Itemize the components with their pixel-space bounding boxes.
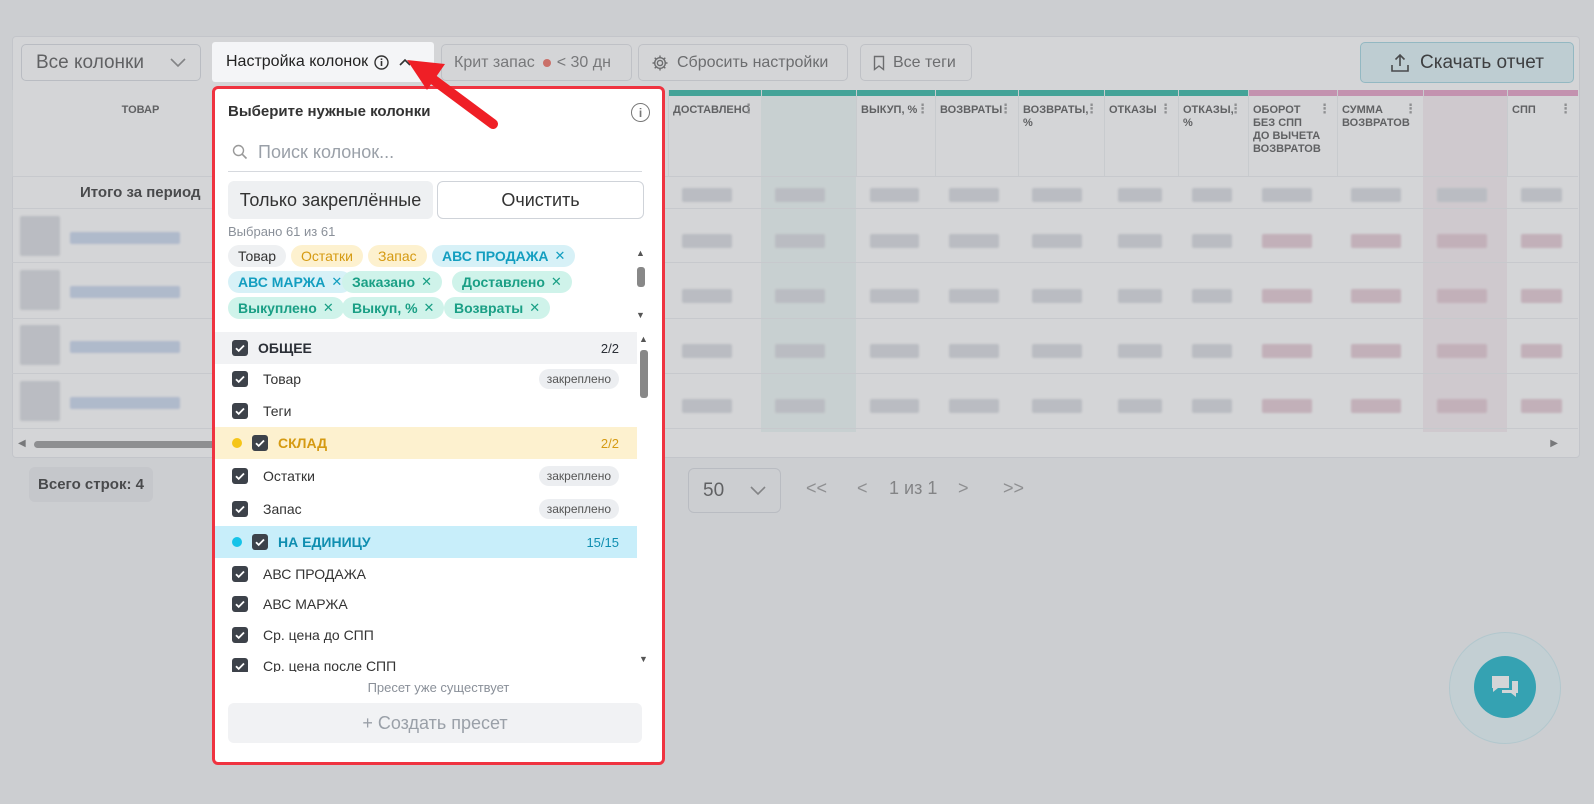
checkbox[interactable] xyxy=(232,566,248,582)
column-option-label: Запас xyxy=(263,501,302,517)
column-group-row[interactable]: СКЛАД 2/2 xyxy=(215,427,637,459)
pinned-badge: закреплено xyxy=(538,466,619,486)
chip-label: Запас xyxy=(378,248,417,264)
group-label: ОБЩЕЕ xyxy=(258,340,312,356)
clear-button[interactable]: Очистить xyxy=(437,181,644,219)
column-settings-button-active[interactable]: Настройка колонок xyxy=(212,42,434,82)
chip-label: Товар xyxy=(238,248,277,264)
selected-column-chip[interactable]: АВС МАРЖА ✕ xyxy=(228,271,353,293)
column-option[interactable]: Товар закреплено xyxy=(215,363,637,395)
column-option-label: Теги xyxy=(263,403,292,419)
checkbox[interactable] xyxy=(232,340,248,356)
scroll-up-icon[interactable]: ▲ xyxy=(639,334,648,344)
selected-column-chip[interactable]: Товар xyxy=(228,245,287,267)
group-label: НА ЕДИНИЦУ xyxy=(278,534,371,550)
pinned-badge: закреплено xyxy=(538,369,619,389)
column-option[interactable]: Ср. цена после СПП xyxy=(215,650,637,672)
chip-label: АВС ПРОДАЖА xyxy=(442,248,549,264)
remove-chip-icon[interactable]: ✕ xyxy=(551,274,562,290)
column-option-label: АВС МАРЖА xyxy=(263,596,348,612)
column-list-scrollbar[interactable]: ▲ ▼ xyxy=(638,334,650,664)
selected-column-chip[interactable]: Выкуплено ✕ xyxy=(228,297,344,319)
chip-label: Доставлено xyxy=(462,274,545,290)
checkbox[interactable] xyxy=(232,596,248,612)
chip-label: Возвраты xyxy=(454,300,524,316)
chip-label: Выкуплено xyxy=(238,300,317,316)
selected-column-chip[interactable]: Доставлено ✕ xyxy=(452,271,572,293)
chip-label: АВС МАРЖА xyxy=(238,274,326,290)
selected-column-chip[interactable]: Запас xyxy=(368,245,427,267)
remove-chip-icon[interactable]: ✕ xyxy=(529,300,540,316)
checkbox[interactable] xyxy=(232,468,248,484)
column-settings-label: Настройка колонок xyxy=(226,53,369,70)
column-search xyxy=(228,133,642,172)
column-option-label: Ср. цена после СПП xyxy=(263,658,397,672)
column-option[interactable]: Теги xyxy=(215,395,637,427)
page: Все колонки Настройка колонок Крит запас… xyxy=(0,0,1594,804)
column-option[interactable]: Запас закреплено xyxy=(215,493,637,525)
column-option[interactable]: АВС ПРОДАЖА xyxy=(215,558,637,590)
chips-scrollbar[interactable]: ▲ ▼ xyxy=(636,248,646,320)
scrollbar-thumb[interactable] xyxy=(637,267,645,287)
annotation-arrow xyxy=(407,60,498,129)
selected-column-chip[interactable]: Заказано ✕ xyxy=(342,271,442,293)
column-option-label: АВС ПРОДАЖА xyxy=(263,566,366,582)
remove-chip-icon[interactable]: ✕ xyxy=(323,300,334,316)
group-count: 2/2 xyxy=(600,340,619,356)
popup-title: Выберите нужные колонки xyxy=(228,103,431,120)
scroll-down-icon[interactable]: ▼ xyxy=(636,310,645,320)
group-color-dot xyxy=(232,438,242,448)
column-option[interactable]: Остатки закреплено xyxy=(215,460,637,492)
column-group-row[interactable]: ОБЩЕЕ 2/2 xyxy=(215,332,637,364)
checkbox[interactable] xyxy=(232,658,248,672)
selected-column-chip[interactable]: Остатки xyxy=(291,245,363,267)
column-list: ОБЩЕЕ 2/2 Товар закреплено Теги СКЛАД 2/2 Остат… xyxy=(215,332,637,672)
column-search-input[interactable] xyxy=(256,140,630,164)
column-picker-popup: Выберите нужные колонки i Только закрепл… xyxy=(212,86,665,765)
column-option[interactable]: АВС МАРЖА xyxy=(215,588,637,620)
chip-label: Выкуп, % xyxy=(352,300,418,316)
selected-column-chip[interactable]: Выкуп, % ✕ xyxy=(342,297,445,319)
selected-column-chip[interactable]: Возвраты ✕ xyxy=(444,297,551,319)
preset-exists-note: Пресет уже существует xyxy=(367,680,510,695)
chip-label: Заказано xyxy=(352,274,416,290)
column-option-label: Ср. цена до СПП xyxy=(263,627,374,643)
checkbox[interactable] xyxy=(232,371,248,387)
chip-label: Остатки xyxy=(301,248,353,264)
remove-chip-icon[interactable]: ✕ xyxy=(424,300,435,316)
info-icon[interactable]: i xyxy=(631,103,650,122)
remove-chip-icon[interactable]: ✕ xyxy=(554,248,565,264)
checkbox[interactable] xyxy=(232,403,248,419)
create-preset-button[interactable]: + Создать пресет xyxy=(228,703,642,743)
pinned-badge: закреплено xyxy=(538,499,619,519)
group-count: 2/2 xyxy=(600,435,619,451)
selected-count: Выбрано 61 из 61 xyxy=(228,224,336,239)
search-icon xyxy=(232,144,248,160)
checkbox[interactable] xyxy=(252,435,268,451)
checkbox[interactable] xyxy=(232,501,248,517)
scroll-up-icon[interactable]: ▲ xyxy=(636,248,645,258)
column-option[interactable]: Ср. цена до СПП xyxy=(215,619,637,651)
column-option-label: Остатки xyxy=(263,468,315,484)
checkbox[interactable] xyxy=(252,534,268,550)
scrollbar-thumb[interactable] xyxy=(640,350,648,398)
group-label: СКЛАД xyxy=(278,435,328,451)
column-option-label: Товар xyxy=(263,371,302,387)
info-icon[interactable] xyxy=(374,54,389,70)
only-pinned-button[interactable]: Только закреплённые xyxy=(228,181,433,219)
column-group-row[interactable]: НА ЕДИНИЦУ 15/15 xyxy=(215,526,637,558)
group-color-dot xyxy=(232,537,242,547)
group-count: 15/15 xyxy=(586,534,619,550)
selected-column-chip[interactable]: АВС ПРОДАЖА ✕ xyxy=(432,245,576,267)
remove-chip-icon[interactable]: ✕ xyxy=(331,274,342,290)
remove-chip-icon[interactable]: ✕ xyxy=(421,274,432,290)
checkbox[interactable] xyxy=(232,627,248,643)
scroll-down-icon[interactable]: ▼ xyxy=(639,654,648,664)
